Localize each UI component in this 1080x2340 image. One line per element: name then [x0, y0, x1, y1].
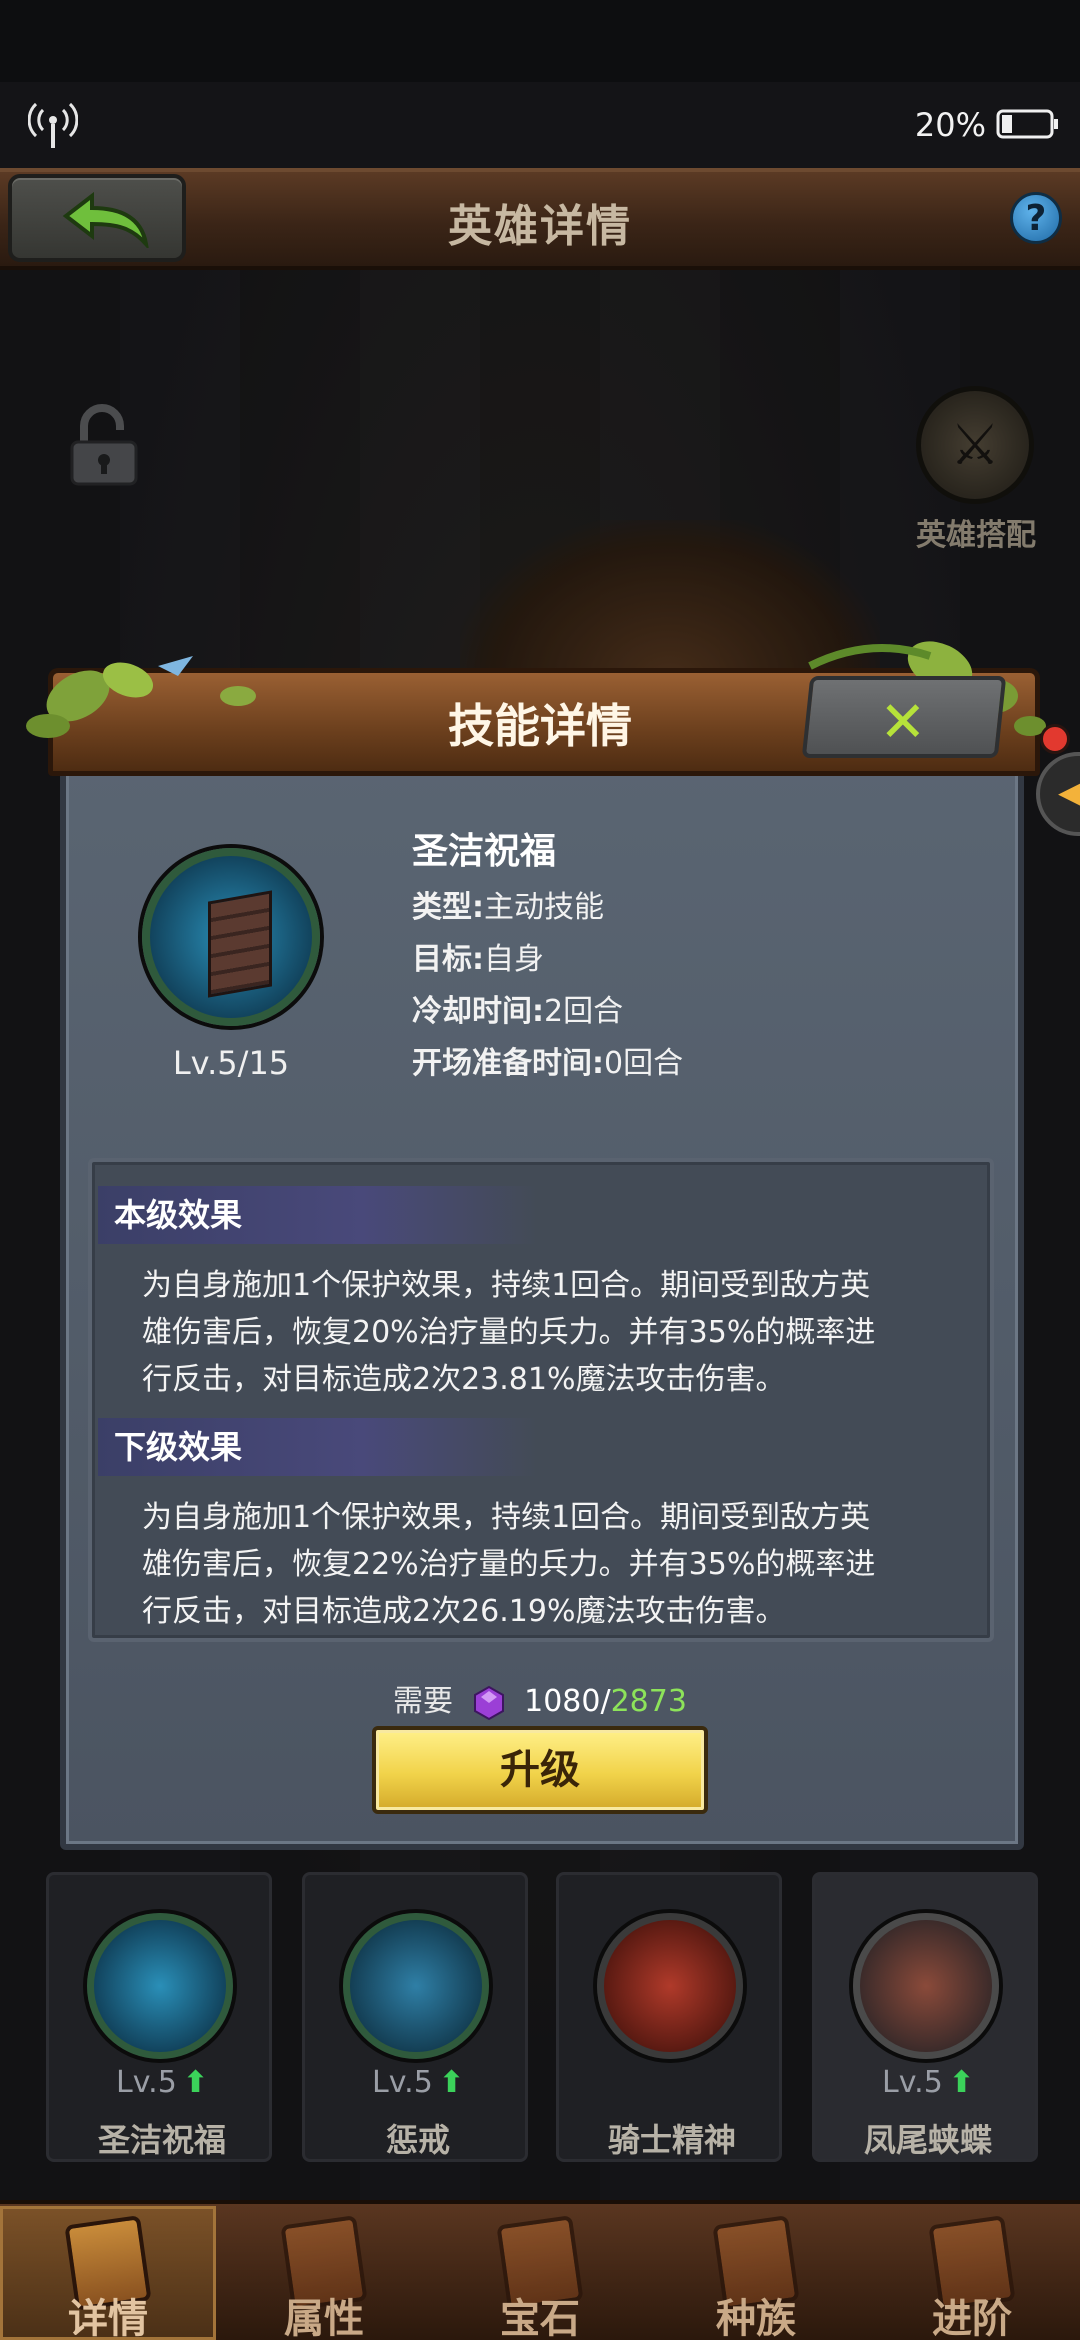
effect-line: 雄伤害后，恢复20%治疗量的兵力。并有35%的概率进: [142, 1315, 876, 1350]
skill-cooldown-label: 冷却时间:: [412, 994, 544, 1029]
slot-level-text: Lv.5: [372, 2065, 433, 2100]
page-title: 英雄详情: [448, 201, 632, 252]
slot-name: 凤尾蛱蝶: [863, 2121, 992, 2159]
slot-level-text: Lv.5: [116, 2065, 177, 2100]
help-icon[interactable]: ?: [1010, 192, 1062, 244]
skill-type-label: 类型:: [412, 890, 484, 925]
effect-line: 为自身施加1个保护效果，持续1回合。期间受到敌方英: [142, 1500, 871, 1535]
skill-type-value: 主动技能: [484, 890, 604, 925]
slot-level: Lv.5 ⬆: [305, 2065, 531, 2100]
tab-label: 进阶: [932, 2296, 1012, 2340]
level-up-arrow-icon: ⬆: [182, 2065, 208, 2100]
next-effect-title: 下级效果: [98, 1418, 538, 1476]
effect-line: 行反击，对目标造成2次23.81%魔法攻击伤害。: [142, 1362, 786, 1397]
level-up-arrow-icon: ⬆: [948, 2065, 974, 2100]
tab-label: 宝石: [500, 2296, 580, 2340]
knight-spirit-skill-icon: [597, 1913, 743, 2059]
slot-name: 骑士精神: [607, 2121, 736, 2159]
punish-skill-icon: [343, 1913, 489, 2059]
skill-prep-row: 开场准备时间:0回合: [412, 1038, 683, 1082]
skill-target-label: 目标:: [412, 942, 484, 977]
battery-percentage: 20%: [914, 106, 986, 144]
cost-required: 1080: [524, 1684, 601, 1719]
skill-name: 圣洁祝福: [412, 831, 557, 872]
tab-label: 属性: [284, 2296, 364, 2340]
close-button[interactable]: ✕: [801, 676, 1007, 758]
slot-name: 圣洁祝福: [97, 2121, 226, 2159]
signal-icon: [28, 102, 78, 148]
next-effect-text: 为自身施加1个保护效果，持续1回合。期间受到敌方英 雄伤害后，恢复22%治疗量的…: [142, 1494, 952, 1635]
tab-details[interactable]: 详情: [0, 2206, 216, 2340]
skill-type-row: 类型:主动技能: [412, 882, 604, 926]
current-effect-title: 本级效果: [98, 1186, 538, 1244]
tab-race[interactable]: 种族: [648, 2206, 864, 2340]
effect-line: 为自身施加1个保护效果，持续1回合。期间受到敌方英: [142, 1268, 871, 1303]
tab-gems[interactable]: 宝石: [432, 2206, 648, 2340]
slot-level: Lv.5 ⬆: [49, 2065, 275, 2100]
skill-level: Lv.5/15: [172, 1044, 290, 1082]
battery-icon: [996, 109, 1058, 139]
cost-label: 需要: [393, 1684, 454, 1719]
slot-name: 惩戒: [385, 2121, 450, 2159]
skill-slot-1[interactable]: Lv.5 ⬆ 圣洁祝福: [46, 1872, 272, 2162]
skill-slot-4[interactable]: Lv.5 ⬆ 凤尾蛱蝶: [812, 1872, 1038, 2162]
skill-slot-2[interactable]: Lv.5 ⬆ 惩戒: [302, 1872, 528, 2162]
slot-level-text: Lv.5: [882, 2065, 943, 2100]
close-icon: ✕: [879, 690, 927, 755]
cost-owned: 2873: [610, 1684, 687, 1719]
skill-cooldown-value: 2回合: [544, 994, 624, 1029]
slot-level: Lv.5 ⬆: [815, 2065, 1041, 2100]
skill-target-value: 自身: [484, 942, 544, 977]
current-effect-text: 为自身施加1个保护效果，持续1回合。期间受到敌方英 雄伤害后，恢复20%治疗量的…: [142, 1262, 952, 1403]
tab-label: 种族: [716, 2296, 796, 2340]
notification-dot: [1040, 724, 1070, 754]
upgrade-button[interactable]: 升级: [372, 1726, 708, 1814]
skill-target-row: 目标:自身: [412, 934, 544, 978]
tab-label: 详情: [68, 2296, 148, 2340]
level-up-arrow-icon: ⬆: [438, 2065, 464, 2100]
cost-separator: /: [600, 1684, 611, 1719]
purple-gem-icon: [473, 1685, 504, 1720]
tab-advance[interactable]: 进阶: [864, 2206, 1080, 2340]
skill-prep-label: 开场准备时间:: [412, 1046, 604, 1081]
skill-icon: [142, 848, 320, 1026]
skill-slot-3[interactable]: 骑士精神: [556, 1872, 782, 2162]
effect-line: 行反击，对目标造成2次26.19%魔法攻击伤害。: [142, 1594, 786, 1629]
tab-attributes[interactable]: 属性: [216, 2206, 432, 2340]
holy-blessing-skill-icon: [87, 1913, 233, 2059]
butterfly-pet-icon: [853, 1913, 999, 2059]
skill-cooldown-row: 冷却时间:2回合: [412, 986, 623, 1030]
effect-line: 雄伤害后，恢复22%治疗量的兵力。并有35%的概率进: [142, 1547, 876, 1582]
skill-prep-value: 0回合: [604, 1046, 684, 1081]
upgrade-cost: 需要 1080/2873: [0, 1676, 1080, 1721]
